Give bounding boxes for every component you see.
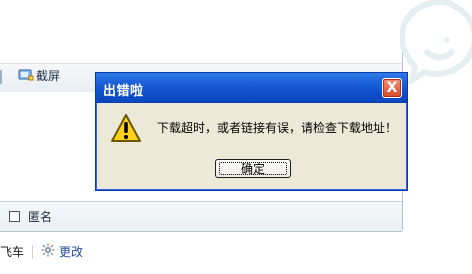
gear-icon xyxy=(41,243,55,260)
dialog-title: 出错啦 xyxy=(103,84,144,99)
screenshot-label: 截屏 xyxy=(36,68,61,83)
dialog-message: 下载超时，或者链接有误，请检查下载地址！ xyxy=(157,121,398,135)
toolbar-separator xyxy=(0,70,2,84)
anonymous-checkbox[interactable] xyxy=(9,211,20,222)
close-button[interactable]: X xyxy=(382,78,402,98)
change-link-label: 更改 xyxy=(59,245,84,259)
change-link[interactable]: 更改 xyxy=(41,243,83,260)
ok-button[interactable]: 确定 xyxy=(215,159,291,178)
error-dialog: 出错啦 X 下载超时，或者链接有误，请检查下载地址！ 确定 xyxy=(95,72,408,191)
screenshot-tool[interactable]: 截屏 xyxy=(18,67,60,83)
screenshot-icon xyxy=(18,68,34,82)
bottom-link-divider xyxy=(32,244,34,259)
anonymous-label: 匿名 xyxy=(28,210,53,224)
background-options-row xyxy=(0,201,402,232)
chat-bubble-icon xyxy=(398,0,472,87)
close-icon: X xyxy=(386,80,398,96)
dialog-titlebar[interactable]: 出错啦 X xyxy=(96,73,407,103)
bottom-link-fragment[interactable]: 飞车 xyxy=(0,243,24,260)
anonymous-option[interactable]: 匿名 xyxy=(9,208,52,225)
bottom-links: 飞车 更改 xyxy=(0,243,83,260)
warning-icon xyxy=(110,113,142,145)
